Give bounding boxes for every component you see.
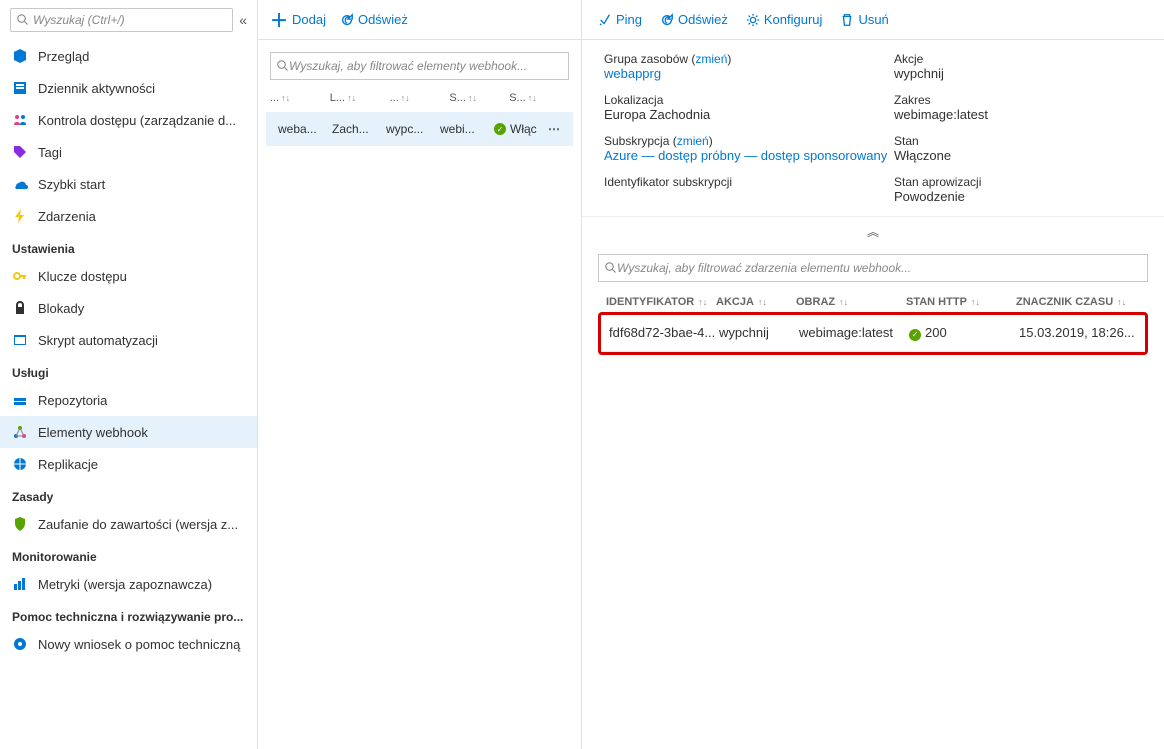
change-rg-link[interactable]: zmień [695, 52, 727, 66]
event-action: wypchnij [719, 325, 799, 340]
nav-new-support[interactable]: Nowy wniosek o pomoc techniczną [0, 628, 257, 660]
section-services: Usługi [0, 356, 257, 384]
search-icon [17, 14, 29, 26]
webhook-row[interactable]: weba... Zach... wypc... webi... ✓Włąc ⋯ [266, 112, 573, 146]
ping-icon [598, 13, 612, 27]
state-label: Stan [894, 134, 1142, 148]
resource-group-value[interactable]: webapprg [604, 66, 894, 81]
lock-icon [12, 300, 28, 316]
events-filter-input[interactable]: Wyszukaj, aby filtrować zdarzenia elemen… [598, 254, 1148, 282]
webhook-icon [12, 424, 28, 440]
scope-label: Zakres [894, 93, 1142, 107]
people-icon [12, 112, 28, 128]
collapse-sidebar-icon[interactable]: « [239, 12, 247, 28]
cloud-icon [12, 176, 28, 192]
collapse-props-icon[interactable]: ︽ [582, 216, 1164, 246]
event-id: fdf68d72-3bae-4... [609, 325, 719, 340]
nav-access-control[interactable]: Kontrola dostępu (zarządzanie d... [0, 104, 257, 136]
search-icon [605, 262, 617, 274]
refresh-button[interactable]: Odśwież [340, 12, 408, 27]
section-policies: Zasady [0, 480, 257, 508]
state-value: Włączone [894, 148, 1142, 163]
add-button[interactable]: ＋Dodaj [270, 7, 326, 33]
actions-value: wypchnij [894, 66, 1142, 81]
webhooks-list-panel: ＋Dodaj Odśwież Wyszukaj, aby filtrować e… [258, 0, 582, 749]
events-table-header: IDENTYFIKATOR↑↓ AKCJA↑↓ OBRAZ↑↓ STAN HTT… [598, 292, 1148, 312]
subscription-label: Subskrypcja (zmień) [604, 134, 894, 148]
scope-value: webimage:latest [894, 107, 1142, 122]
section-monitoring: Monitorowanie [0, 540, 257, 568]
webhooks-table-header: ...↑↓ L...↑↓ ...↑↓ S...↑↓ S...↑↓ [258, 92, 581, 104]
nav-activity-log[interactable]: Dziennik aktywności [0, 72, 257, 104]
nav-tags[interactable]: Tagi [0, 136, 257, 168]
nav-automation-script[interactable]: Skrypt automatyzacji [0, 324, 257, 356]
provisioning-value: Powodzenie [894, 189, 1142, 204]
section-settings: Ustawienia [0, 232, 257, 260]
event-status: ✓200 [909, 325, 1019, 341]
nav-events[interactable]: Zdarzenia [0, 200, 257, 232]
nav-overview[interactable]: Przegląd [0, 40, 257, 72]
nav-content-trust[interactable]: Zaufanie do zawartości (wersja z... [0, 508, 257, 540]
subid-label: Identyfikator subskrypcji [604, 175, 894, 189]
search-icon [277, 60, 289, 72]
resource-group-label: Grupa zasobów (zmień) [604, 52, 894, 66]
sidebar-search[interactable]: Wyszukaj (Ctrl+/) [10, 8, 233, 32]
location-value: Europa Zachodnia [604, 107, 894, 122]
webhook-filter-input[interactable]: Wyszukaj, aby filtrować elementy webhook… [270, 52, 569, 80]
chart-icon [12, 576, 28, 592]
log-icon [12, 80, 28, 96]
status-ok-icon: ✓ [909, 329, 921, 341]
script-icon [12, 332, 28, 348]
nav-locks[interactable]: Blokady [0, 292, 257, 324]
shield-icon [12, 516, 28, 532]
subscription-value[interactable]: Azure — dostęp próbny — dostęp sponsorow… [604, 148, 894, 163]
nav-webhooks[interactable]: Elementy webhook [0, 416, 257, 448]
change-sub-link[interactable]: zmień [677, 134, 709, 148]
nav-repositories[interactable]: Repozytoria [0, 384, 257, 416]
trash-icon [840, 13, 854, 27]
repo-icon [12, 392, 28, 408]
section-support: Pomoc techniczna i rozwiązywanie pro... [0, 600, 257, 628]
key-icon [12, 268, 28, 284]
highlighted-event-row: fdf68d72-3bae-4... wypchnij webimage:lat… [598, 312, 1148, 355]
event-image: webimage:latest [799, 325, 909, 340]
sidebar: Wyszukaj (Ctrl+/) « Przegląd Dziennik ak… [0, 0, 258, 749]
tag-icon [12, 144, 28, 160]
refresh-icon [660, 13, 674, 27]
configure-button[interactable]: Konfiguruj [746, 12, 823, 27]
event-timestamp: 15.03.2019, 18:26... [1019, 325, 1137, 340]
row-menu-icon[interactable]: ⋯ [548, 122, 561, 136]
support-icon [12, 636, 28, 652]
nav-replications[interactable]: Replikacje [0, 448, 257, 480]
refresh-detail-button[interactable]: Odśwież [660, 12, 728, 27]
delete-button[interactable]: Usuń [840, 12, 888, 27]
nav-access-keys[interactable]: Klucze dostępu [0, 260, 257, 292]
location-label: Lokalizacja [604, 93, 894, 107]
event-row[interactable]: fdf68d72-3bae-4... wypchnij webimage:lat… [601, 315, 1145, 352]
ping-button[interactable]: Ping [598, 12, 642, 27]
cube-icon [12, 48, 28, 64]
status-ok-icon: ✓ [494, 123, 506, 135]
refresh-icon [340, 13, 354, 27]
provisioning-label: Stan aprowizacji [894, 175, 1142, 189]
bolt-icon [12, 208, 28, 224]
globe-icon [12, 456, 28, 472]
gear-icon [746, 13, 760, 27]
nav-metrics[interactable]: Metryki (wersja zapoznawcza) [0, 568, 257, 600]
actions-label: Akcje [894, 52, 1142, 66]
nav-quickstart[interactable]: Szybki start [0, 168, 257, 200]
webhook-detail-panel: Ping Odśwież Konfiguruj Usuń Grupa zasob… [582, 0, 1164, 749]
plus-icon: ＋ [270, 7, 288, 33]
